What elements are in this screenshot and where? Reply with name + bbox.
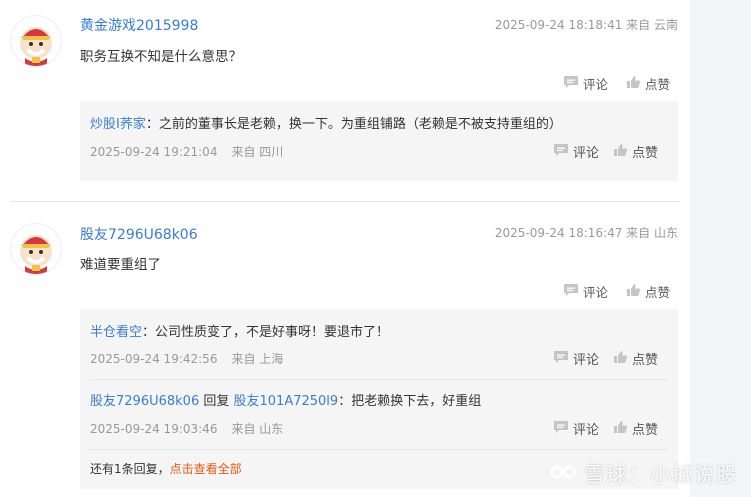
comment-bubble-icon bbox=[553, 420, 569, 438]
more-replies-count: 还有1条回复， bbox=[90, 462, 170, 476]
comment-time: 2025-09-24 18:16:47 bbox=[494, 226, 623, 240]
right-gutter bbox=[690, 0, 751, 497]
reply-word: 回复 bbox=[203, 394, 230, 409]
reply-item: 炒股I荞家：之前的董事长是老赖，换一下。为重组铺路（老赖是不被支持重组的） 20… bbox=[80, 101, 678, 181]
comment-actions: 评论 点赞 bbox=[563, 282, 670, 301]
reply-item: 股友7296U68k06 回复 股友101A7250l9：把老赖换下去，好重组 … bbox=[80, 379, 678, 449]
reply-content: 股友7296U68k06 回复 股友101A7250l9：把老赖换下去，好重组 bbox=[90, 390, 481, 409]
comment-label: 评论 bbox=[572, 146, 599, 161]
reply-content: 炒股I荞家：之前的董事长是老赖，换一下。为重组铺路（老赖是不被支持重组的） bbox=[90, 113, 562, 132]
reply-meta: 2025-09-24 19:42:56 来自 上海 bbox=[90, 350, 283, 367]
comment-location: 来自 山东 bbox=[626, 226, 678, 240]
reply-text: ：公司性质变了，不是好事呀！要退市了！ bbox=[142, 325, 390, 340]
thumbs-up-icon bbox=[626, 283, 641, 300]
like-label: 点赞 bbox=[644, 77, 670, 92]
comment-meta: 2025-09-24 18:18:41 来自 云南 bbox=[495, 16, 678, 33]
reply-time: 2025-09-24 19:03:46 bbox=[90, 422, 218, 436]
comment-bubble-icon bbox=[563, 283, 579, 300]
reply-box: 炒股I荞家：之前的董事长是老赖，换一下。为重组铺路（老赖是不被支持重组的） 20… bbox=[80, 101, 678, 181]
reply-user[interactable]: 股友7296U68k06 bbox=[90, 394, 199, 409]
like-label: 点赞 bbox=[644, 285, 670, 300]
more-replies: 还有1条回复，点击查看全部 bbox=[90, 460, 242, 477]
comment-label: 评论 bbox=[572, 423, 599, 438]
comment-text: 难道要重组了 bbox=[80, 257, 161, 273]
thumbs-up-icon bbox=[613, 420, 628, 438]
reply-location: 来自 山东 bbox=[231, 422, 284, 436]
comment-bubble-icon bbox=[563, 75, 579, 92]
like-label: 点赞 bbox=[631, 146, 658, 161]
reply-location: 来自 上海 bbox=[231, 352, 284, 366]
comment-button[interactable]: 评论 bbox=[553, 349, 599, 368]
reply-actions: 评论 点赞 bbox=[553, 142, 658, 161]
xueqiu-logo-icon bbox=[548, 459, 578, 490]
like-label: 点赞 bbox=[631, 423, 658, 438]
comment-time: 2025-09-24 18:18:41 bbox=[494, 18, 623, 32]
view-all-link[interactable]: 点击查看全部 bbox=[170, 462, 242, 476]
comment-author[interactable]: 黄金游戏2015998 bbox=[80, 15, 198, 35]
watermark: 雪球：小城说股 bbox=[548, 458, 748, 490]
like-button[interactable]: 点赞 bbox=[626, 282, 670, 301]
comment-bubble-icon bbox=[553, 143, 569, 161]
reply-time: 2025-09-24 19:21:04 bbox=[90, 145, 218, 159]
like-label: 点赞 bbox=[631, 353, 658, 368]
comment-text: 职务互换不知是什么意思？ bbox=[80, 49, 242, 65]
comment-item: 股友7296U68k06 2025-09-24 18:16:47 来自 山东 难… bbox=[0, 208, 690, 497]
like-button[interactable]: 点赞 bbox=[626, 74, 670, 93]
reply-target-user[interactable]: 股友101A7250l9 bbox=[234, 394, 339, 409]
like-button[interactable]: 点赞 bbox=[613, 419, 658, 438]
comment-divider bbox=[10, 201, 680, 202]
watermark-text: 雪球：小城说股 bbox=[584, 463, 738, 487]
comment-button[interactable]: 评论 bbox=[563, 74, 608, 93]
comment-meta: 2025-09-24 18:16:47 来自 山东 bbox=[495, 224, 678, 241]
comment-item: 黄金游戏2015998 2025-09-24 18:18:41 来自 云南 职务… bbox=[0, 0, 690, 200]
reply-time: 2025-09-24 19:42:56 bbox=[90, 352, 218, 366]
reply-item: 半仓看空：公司性质变了，不是好事呀！要退市了！ 2025-09-24 19:42… bbox=[80, 309, 678, 379]
reply-user[interactable]: 炒股I荞家 bbox=[90, 117, 146, 132]
like-button[interactable]: 点赞 bbox=[613, 142, 658, 161]
reply-meta: 2025-09-24 19:03:46 来自 山东 bbox=[90, 420, 283, 437]
comment-label: 评论 bbox=[572, 353, 599, 368]
avatar[interactable] bbox=[10, 15, 62, 67]
reply-location: 来自 四川 bbox=[231, 145, 284, 159]
like-button[interactable]: 点赞 bbox=[613, 349, 658, 368]
comment-label: 评论 bbox=[582, 285, 608, 300]
comment-button[interactable]: 评论 bbox=[563, 282, 608, 301]
thumbs-up-icon bbox=[613, 143, 628, 161]
avatar[interactable] bbox=[10, 223, 62, 275]
comment-button[interactable]: 评论 bbox=[553, 142, 599, 161]
reply-text: ：把老赖换下去，好重组 bbox=[338, 394, 482, 409]
reply-actions: 评论 点赞 bbox=[553, 419, 658, 438]
comment-author[interactable]: 股友7296U68k06 bbox=[80, 224, 198, 244]
comment-actions: 评论 点赞 bbox=[563, 74, 670, 93]
reply-content: 半仓看空：公司性质变了，不是好事呀！要退市了！ bbox=[90, 321, 389, 340]
reply-actions: 评论 点赞 bbox=[553, 349, 658, 368]
reply-user[interactable]: 半仓看空 bbox=[90, 325, 142, 340]
reply-meta: 2025-09-24 19:21:04 来自 四川 bbox=[90, 143, 283, 160]
comment-button[interactable]: 评论 bbox=[553, 419, 599, 438]
comment-bubble-icon bbox=[553, 350, 569, 368]
thumbs-up-icon bbox=[613, 350, 628, 368]
comment-label: 评论 bbox=[582, 77, 608, 92]
thumbs-up-icon bbox=[626, 75, 641, 92]
reply-text: ：之前的董事长是老赖，换一下。为重组铺路（老赖是不被支持重组的） bbox=[145, 117, 562, 132]
reply-separator bbox=[90, 449, 668, 450]
comment-location: 来自 云南 bbox=[626, 18, 678, 32]
